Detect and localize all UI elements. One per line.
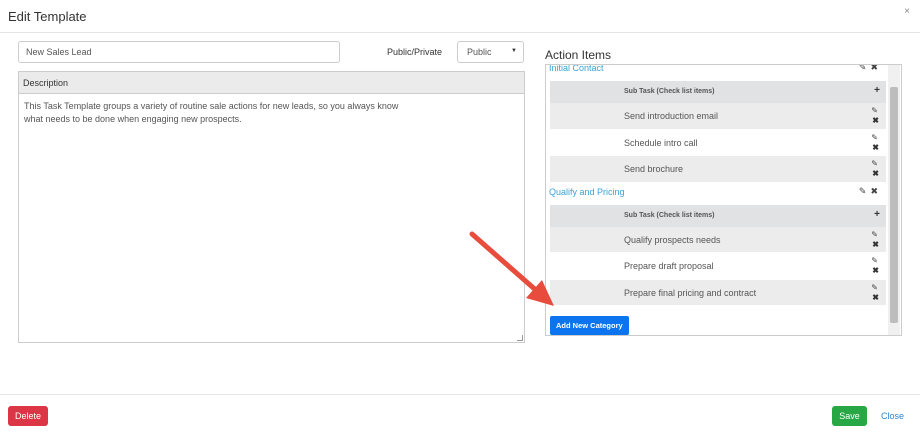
category-actions: ✎ ✖ — [855, 186, 878, 197]
caret-down-icon: ▼ — [511, 48, 517, 54]
subtask-name: Schedule intro call — [624, 137, 698, 148]
subtask-header: Sub Task (Check list items) + — [550, 204, 886, 227]
subtask-row: Prepare draft proposal ✎ ✖ — [550, 253, 886, 280]
subtask-row: Prepare final pricing and contract ✎ ✖ — [550, 279, 886, 306]
subtask-name: Send brochure — [624, 164, 684, 174]
annotation-arrow — [469, 231, 554, 306]
visibility-selected-value: Public — [467, 47, 492, 57]
subtask-header: Sub Task (Check list items) + — [550, 81, 886, 103]
plus-icon[interactable]: + — [874, 209, 880, 220]
visibility-select[interactable]: Public ▼ — [457, 41, 524, 63]
description-header: Description — [19, 72, 524, 94]
modal-title: Edit Template — [8, 9, 87, 24]
delete-x-icon[interactable]: ✖ — [870, 65, 878, 72]
action-items-panel: Initial Contact ✎ ✖ Sub Task (Check list it… — [545, 64, 902, 336]
edit-icon[interactable]: ✎ — [859, 65, 867, 72]
subtask-header-label: Sub Task (Check list items) — [624, 211, 715, 219]
delete-x-icon[interactable]: ✖ — [872, 116, 879, 125]
visibility-label: Public/Private — [387, 47, 443, 57]
description-textarea[interactable]: This Task Template groups a variety of r… — [19, 94, 419, 132]
plus-icon[interactable]: + — [874, 85, 880, 96]
save-button[interactable]: Save — [832, 406, 867, 426]
edit-icon[interactable]: ✎ — [871, 256, 878, 265]
subtask-row: Send introduction email ✎ ✖ — [550, 103, 886, 130]
subtask-row: Qualify prospects needs ✎ ✖ — [550, 226, 886, 253]
delete-button[interactable]: Delete — [8, 406, 48, 426]
scrollbar[interactable] — [888, 65, 900, 335]
modal-header: Edit Template × — [0, 0, 920, 33]
action-items-list: Initial Contact ✎ ✖ Sub Task (Check list it… — [546, 65, 888, 335]
delete-x-icon[interactable]: ✖ — [872, 169, 879, 178]
subtask-name: Send introduction email — [624, 111, 719, 121]
delete-x-icon[interactable]: ✖ — [872, 143, 879, 152]
subtask-row: Send brochure ✎ ✖ — [550, 156, 886, 183]
modal-footer: Delete Save Close — [0, 394, 920, 435]
resize-handle[interactable] — [517, 335, 523, 341]
category-actions: ✎ ✖ — [855, 65, 878, 73]
category-name[interactable]: Qualify and Pricing — [549, 187, 625, 197]
close-icon[interactable]: × — [904, 6, 910, 17]
edit-icon[interactable]: ✎ — [859, 186, 867, 196]
delete-x-icon[interactable]: ✖ — [870, 186, 878, 196]
delete-x-icon[interactable]: ✖ — [872, 266, 879, 275]
subtask-name: Prepare draft proposal — [624, 261, 714, 271]
edit-icon[interactable]: ✎ — [871, 159, 878, 168]
description-line-2: what needs to be done when engaging new … — [24, 114, 242, 124]
edit-icon[interactable]: ✎ — [871, 283, 878, 292]
close-button[interactable]: Close — [881, 411, 904, 421]
category-name[interactable]: Initial Contact — [549, 65, 604, 73]
description-line-1: This Task Template groups a variety of r… — [24, 101, 399, 111]
edit-icon[interactable]: ✎ — [871, 133, 878, 142]
scrollbar-thumb[interactable] — [890, 87, 898, 323]
category-row: Initial Contact ✎ ✖ — [546, 65, 888, 81]
add-new-category-button[interactable]: Add New Category — [550, 316, 629, 335]
edit-template-modal: Edit Template × Public/Private Public ▼ … — [0, 0, 920, 435]
subtask-name: Prepare final pricing and contract — [624, 287, 757, 298]
subtask-header-label: Sub Task (Check list items) — [624, 88, 715, 95]
subtask-name: Qualify prospects needs — [624, 234, 721, 245]
category-row: Qualify and Pricing ✎ ✖ — [546, 183, 888, 205]
subtask-row: Schedule intro call ✎ ✖ — [550, 130, 886, 156]
template-name-input[interactable] — [18, 41, 340, 63]
edit-icon[interactable]: ✎ — [871, 230, 878, 239]
edit-icon[interactable]: ✎ — [871, 106, 878, 115]
delete-x-icon[interactable]: ✖ — [872, 293, 879, 302]
delete-x-icon[interactable]: ✖ — [872, 240, 879, 249]
action-items-title: Action Items — [545, 48, 612, 62]
description-box[interactable]: Description This Task Template groups a … — [18, 71, 525, 343]
